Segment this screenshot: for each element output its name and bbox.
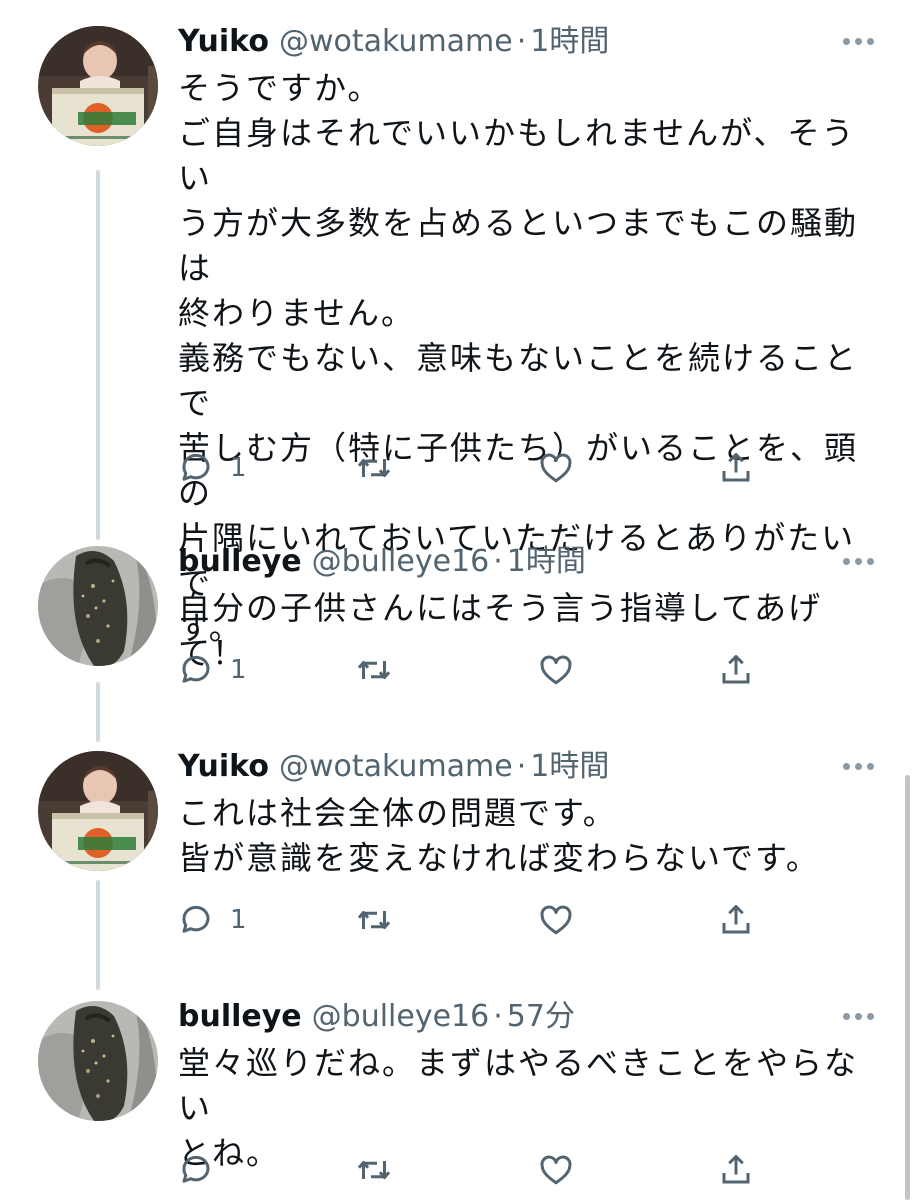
reply-count: 1 [230, 905, 247, 935]
avatar[interactable] [38, 546, 158, 666]
reply-count: 1 [230, 655, 247, 685]
tweet-actions: 1 [178, 900, 778, 940]
tweet-actions: 1 [178, 448, 778, 488]
tweet[interactable]: bulleye @bulleye16 · 1時間 自分の子供さんにはそう言う指導… [0, 540, 914, 700]
user-handle[interactable]: @wotakumame [279, 745, 513, 789]
retweet-button[interactable] [356, 448, 392, 488]
timestamp[interactable]: 1時間 [530, 20, 609, 64]
retweet-icon [356, 902, 392, 938]
like-button[interactable] [538, 900, 574, 940]
tweet-text: これは社会全体の問題です。 皆が意識を変えなければ変わらないです。 [178, 794, 820, 877]
share-button[interactable] [718, 448, 754, 488]
reply-button[interactable]: 1 [178, 448, 247, 488]
tweet-actions: 1 [178, 650, 778, 690]
share-button[interactable] [718, 1150, 754, 1190]
avatar[interactable] [38, 751, 158, 871]
tweet-header: bulleye @bulleye16 · 1時間 [178, 540, 874, 584]
like-icon [538, 450, 574, 486]
reply-button[interactable]: 1 [178, 650, 247, 690]
share-button[interactable] [718, 650, 754, 690]
retweet-icon [356, 652, 392, 688]
tweet-header: Yuiko @wotakumame · 1時間 [178, 745, 874, 789]
display-name[interactable]: bulleye [178, 995, 302, 1039]
timestamp[interactable]: 57分 [507, 995, 575, 1039]
timestamp[interactable]: 1時間 [507, 540, 586, 584]
reply-count: 1 [230, 453, 247, 483]
more-icon[interactable] [843, 1013, 874, 1020]
retweet-icon [356, 1152, 392, 1188]
retweet-button[interactable] [356, 650, 392, 690]
tweet[interactable]: Yuiko @wotakumame · 1時間 これは社会全体の問題です。 皆が… [0, 745, 914, 955]
separator-dot: · [516, 749, 527, 784]
like-icon [538, 902, 574, 938]
reply-icon [178, 652, 214, 688]
reply-icon [178, 902, 214, 938]
baby-photo-avatar [38, 751, 158, 871]
flounder-fish-avatar [38, 546, 158, 666]
display-name[interactable]: Yuiko [178, 20, 269, 64]
tweet-actions [178, 1150, 778, 1190]
tweet[interactable]: bulleye @bulleye16 · 57分 堂々巡りだね。まずはやるべきこ… [0, 995, 914, 1200]
user-handle[interactable]: @wotakumame [279, 20, 513, 64]
display-name[interactable]: bulleye [178, 540, 302, 584]
more-icon[interactable] [843, 38, 874, 45]
reply-button[interactable]: 1 [178, 900, 247, 940]
separator-dot: · [516, 24, 527, 59]
baby-photo-avatar [38, 26, 158, 146]
reply-icon [178, 450, 214, 486]
separator-dot: · [493, 544, 503, 579]
user-handle[interactable]: @bulleye16 [312, 995, 490, 1039]
share-button[interactable] [718, 900, 754, 940]
display-name[interactable]: Yuiko [178, 745, 269, 789]
like-icon [538, 1152, 574, 1188]
more-icon[interactable] [843, 763, 874, 770]
like-button[interactable] [538, 448, 574, 488]
share-icon [718, 1152, 754, 1188]
reply-button[interactable] [178, 1150, 214, 1190]
avatar[interactable] [38, 1001, 158, 1121]
reply-icon [178, 1152, 214, 1188]
like-button[interactable] [538, 650, 574, 690]
separator-dot: · [493, 999, 503, 1034]
more-icon[interactable] [843, 558, 874, 565]
timestamp[interactable]: 1時間 [530, 745, 609, 789]
tweet[interactable]: Yuiko @wotakumame · 1時間 そうですか。 ご自身はそれでいい… [0, 20, 914, 647]
like-icon [538, 652, 574, 688]
retweet-button[interactable] [356, 900, 392, 940]
share-icon [718, 450, 754, 486]
share-icon [718, 652, 754, 688]
like-button[interactable] [538, 1150, 574, 1190]
share-icon [718, 902, 754, 938]
retweet-button[interactable] [356, 1150, 392, 1190]
retweet-icon [356, 450, 392, 486]
user-handle[interactable]: @bulleye16 [312, 540, 490, 584]
avatar[interactable] [38, 26, 158, 146]
scrollbar[interactable] [905, 775, 910, 1200]
flounder-fish-avatar [38, 1001, 158, 1121]
tweet-header: bulleye @bulleye16 · 57分 [178, 995, 874, 1039]
tweet-header: Yuiko @wotakumame · 1時間 [178, 20, 874, 64]
